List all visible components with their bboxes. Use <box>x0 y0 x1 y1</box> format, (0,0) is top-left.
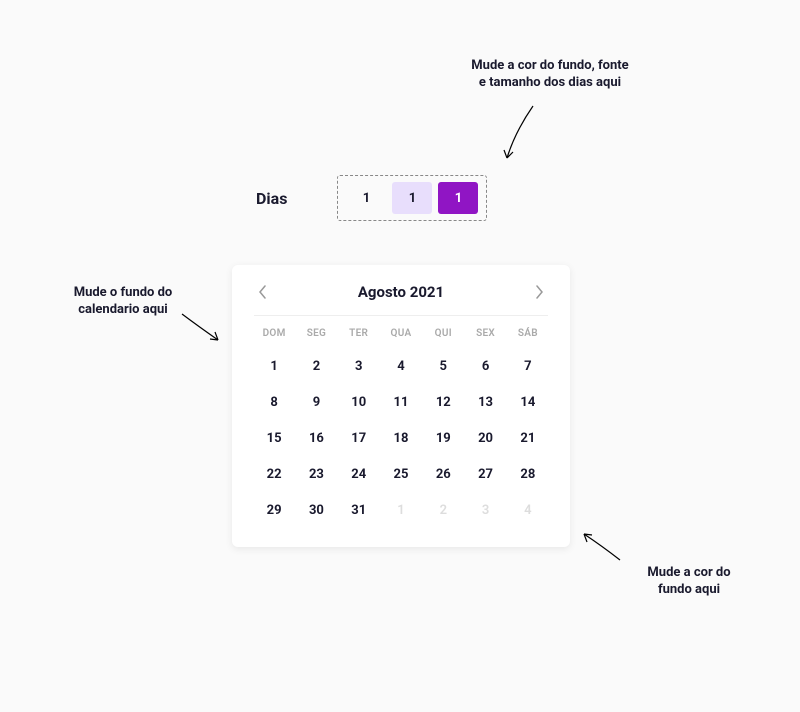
calendar-day[interactable]: 1 <box>381 493 421 527</box>
calendar-day[interactable]: 16 <box>296 421 336 455</box>
calendar-day[interactable]: 2 <box>296 349 336 383</box>
calendar-day[interactable]: 11 <box>381 385 421 419</box>
arrow-left-icon <box>180 312 222 344</box>
calendar-day[interactable]: 19 <box>423 421 463 455</box>
calendar-title: Agosto 2021 <box>358 283 444 301</box>
calendar-grid: 1234567891011121314151617181920212223242… <box>254 349 548 527</box>
calendar-day[interactable]: 8 <box>254 385 294 419</box>
chevron-left-icon <box>258 285 267 299</box>
calendar-day[interactable]: 3 <box>339 349 379 383</box>
calendar-day[interactable]: 18 <box>381 421 421 455</box>
weekday-label: SEX <box>465 328 505 339</box>
weekday-label: SÁB <box>508 328 548 339</box>
calendar-day[interactable]: 15 <box>254 421 294 455</box>
calendar-day[interactable]: 23 <box>296 457 336 491</box>
weekday-label: QUI <box>423 328 463 339</box>
calendar-day[interactable]: 4 <box>381 349 421 383</box>
calendar-day[interactable]: 28 <box>508 457 548 491</box>
calendar-day[interactable]: 9 <box>296 385 336 419</box>
calendar-day[interactable]: 10 <box>339 385 379 419</box>
day-sample-default[interactable]: 1 <box>346 182 386 214</box>
chevron-right-icon <box>535 285 544 299</box>
next-month-button[interactable] <box>532 284 548 300</box>
weekday-label: QUA <box>381 328 421 339</box>
weekday-label: DOM <box>254 328 294 339</box>
calendar-day[interactable]: 27 <box>465 457 505 491</box>
calendar-day[interactable]: 21 <box>508 421 548 455</box>
calendar-day[interactable]: 13 <box>465 385 505 419</box>
weekday-row: DOMSEGTERQUAQUISEXSÁB <box>254 328 548 339</box>
calendar-day[interactable]: 20 <box>465 421 505 455</box>
annotation-bottom: Mude a cor do fundo aqui <box>634 565 744 599</box>
prev-month-button[interactable] <box>254 284 270 300</box>
calendar-day[interactable]: 30 <box>296 493 336 527</box>
calendar-day[interactable]: 26 <box>423 457 463 491</box>
calendar-header: Agosto 2021 <box>254 283 548 316</box>
calendar-day[interactable]: 14 <box>508 385 548 419</box>
calendar-day[interactable]: 25 <box>381 457 421 491</box>
calendar-day[interactable]: 17 <box>339 421 379 455</box>
calendar-day[interactable]: 7 <box>508 349 548 383</box>
dias-sample-box[interactable]: 1 1 1 <box>337 175 487 221</box>
calendar-day[interactable]: 2 <box>423 493 463 527</box>
calendar-day[interactable]: 6 <box>465 349 505 383</box>
weekday-label: SEG <box>296 328 336 339</box>
calendar-day[interactable]: 5 <box>423 349 463 383</box>
annotation-left: Mude o fundo do calendario aqui <box>48 285 198 319</box>
calendar-day[interactable]: 12 <box>423 385 463 419</box>
calendar-day[interactable]: 3 <box>465 493 505 527</box>
weekday-label: TER <box>339 328 379 339</box>
day-sample-hover[interactable]: 1 <box>392 182 432 214</box>
day-sample-selected[interactable]: 1 <box>438 182 478 214</box>
calendar-day[interactable]: 31 <box>339 493 379 527</box>
dias-label: Dias <box>256 189 287 208</box>
arrow-top-icon <box>503 104 543 164</box>
arrow-bottom-icon <box>580 530 622 562</box>
calendar-day[interactable]: 24 <box>339 457 379 491</box>
dias-section: Dias 1 1 1 <box>256 175 487 221</box>
calendar-day[interactable]: 4 <box>508 493 548 527</box>
calendar-day[interactable]: 22 <box>254 457 294 491</box>
calendar-day[interactable]: 29 <box>254 493 294 527</box>
annotation-top: Mude a cor do fundo, fonte e tamanho dos… <box>470 58 630 92</box>
calendar-day[interactable]: 1 <box>254 349 294 383</box>
calendar: Agosto 2021 DOMSEGTERQUAQUISEXSÁB 123456… <box>232 265 570 547</box>
